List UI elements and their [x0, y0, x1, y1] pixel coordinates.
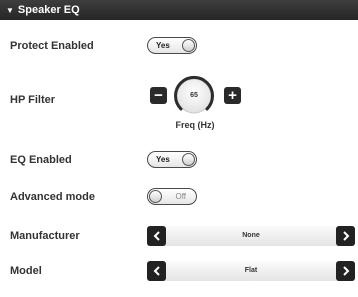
hp-filter-increase-button[interactable]: +: [224, 87, 241, 104]
manufacturer-label: Manufacturer: [10, 230, 80, 242]
hp-filter-knob[interactable]: 65: [170, 72, 218, 116]
manufacturer-next-button[interactable]: [336, 226, 355, 246]
toggle-knob: [149, 190, 162, 203]
protect-enabled-toggle[interactable]: Yes: [147, 37, 197, 54]
toggle-state-text: Off: [175, 192, 186, 201]
hp-filter-label: HP Filter: [10, 94, 56, 106]
toggle-knob: [182, 39, 195, 52]
hp-filter-value: 65: [190, 92, 198, 99]
manufacturer-selector: None: [147, 226, 355, 246]
chevron-left-icon: [153, 266, 160, 276]
eq-enabled-label: EQ Enabled: [10, 154, 72, 166]
toggle-state-text: Yes: [156, 155, 170, 164]
toggle-state-text: Yes: [156, 41, 170, 50]
model-prev-button[interactable]: [147, 261, 166, 281]
toggle-knob: [182, 153, 195, 166]
eq-enabled-toggle[interactable]: Yes: [147, 151, 197, 168]
model-selector: Flat: [147, 261, 355, 281]
chevron-right-icon: [342, 266, 349, 276]
chevron-right-icon: [342, 231, 349, 241]
protect-enabled-label: Protect Enabled: [10, 40, 94, 52]
model-label: Model: [10, 265, 42, 277]
advanced-mode-label: Advanced mode: [10, 191, 95, 203]
chevron-left-icon: [153, 231, 160, 241]
section-title: Speaker EQ: [17, 4, 80, 16]
manufacturer-prev-button[interactable]: [147, 226, 166, 246]
chevron-down-icon: ▼: [6, 5, 14, 15]
hp-filter-unit-label: Freq (Hz): [175, 120, 215, 130]
model-next-button[interactable]: [336, 261, 355, 281]
model-value: Flat: [244, 267, 258, 274]
hp-filter-decrease-button[interactable]: −: [150, 87, 167, 104]
manufacturer-value: None: [242, 232, 260, 239]
advanced-mode-toggle[interactable]: Off: [147, 188, 197, 205]
section-header-speaker-eq[interactable]: ▼ Speaker EQ: [0, 0, 358, 20]
